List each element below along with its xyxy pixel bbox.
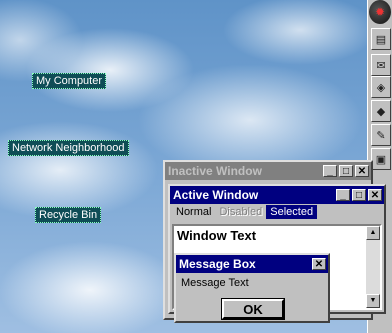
message-box-title-bar[interactable]: Message Box ✕ xyxy=(176,255,328,273)
start-icon[interactable]: ✹ xyxy=(369,0,391,24)
media-icon[interactable]: ▣ xyxy=(371,148,391,170)
close-button[interactable]: ✕ xyxy=(312,258,326,270)
message-box[interactable]: Message Box ✕ Message Text OK xyxy=(174,253,330,323)
message-text: Message Text xyxy=(181,277,249,289)
close-button[interactable]: ✕ xyxy=(368,189,382,201)
desktop-icon-label: Network Neighborhood xyxy=(12,142,125,154)
desktop-icon-my-computer[interactable]: My Computer xyxy=(32,73,107,89)
menu-item-selected[interactable]: Selected xyxy=(266,205,318,219)
minimize-button[interactable]: _ xyxy=(336,189,350,201)
inactive-window-title: Inactive Window xyxy=(168,164,262,178)
envelope-icon[interactable]: ✉ xyxy=(371,54,391,76)
shortcut-icon[interactable]: ◆ xyxy=(371,100,391,122)
ok-button[interactable]: OK xyxy=(221,298,285,320)
desktop-icon-network-neighborhood[interactable]: Network Neighborhood xyxy=(8,140,129,156)
menu-bar: Normal Disabled Selected xyxy=(170,204,384,220)
minimize-button[interactable]: _ xyxy=(323,165,337,177)
window-text: Window Text xyxy=(177,228,257,243)
active-window-title: Active Window xyxy=(173,188,259,202)
menu-item-disabled: Disabled xyxy=(219,206,263,218)
maximize-button[interactable]: □ xyxy=(339,165,353,177)
desktop-icon-recycle-bin[interactable]: Recycle Bin xyxy=(35,207,102,223)
scroll-down-icon[interactable]: ▼ xyxy=(366,294,380,308)
menu-item-normal[interactable]: Normal xyxy=(172,205,215,219)
paint-icon[interactable]: ✎ xyxy=(371,124,391,146)
message-box-title: Message Box xyxy=(179,257,256,271)
inactive-title-bar[interactable]: Inactive Window _ □ ✕ xyxy=(165,162,371,180)
scroll-up-icon[interactable]: ▲ xyxy=(366,226,380,240)
vertical-scrollbar[interactable]: ▲ ▼ xyxy=(366,226,380,308)
close-button[interactable]: ✕ xyxy=(355,165,369,177)
network-icon[interactable]: ◈ xyxy=(371,76,391,98)
active-title-bar[interactable]: Active Window _ □ ✕ xyxy=(170,186,384,204)
notepad-icon[interactable]: ▤ xyxy=(371,28,391,50)
maximize-button[interactable]: □ xyxy=(352,189,366,201)
desktop-icon-label: My Computer xyxy=(36,75,103,87)
desktop-icon-label: Recycle Bin xyxy=(39,209,98,221)
